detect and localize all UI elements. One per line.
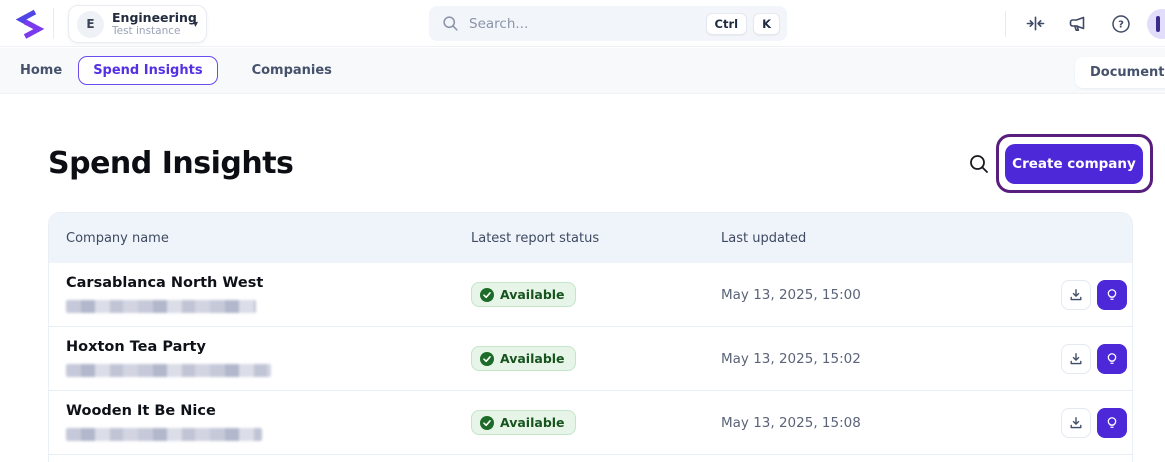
last-updated: May 13, 2025, 15:00 <box>721 286 861 303</box>
check-circle-icon <box>480 287 494 302</box>
last-updated: May 13, 2025, 15:08 <box>721 414 861 431</box>
main-nav: Home Spend Insights Companies <box>0 48 1165 94</box>
company-name: Wooden It Be Nice <box>66 402 216 419</box>
documentation-button[interactable]: Documentation <box>1075 57 1165 88</box>
table-row[interactable]: Carsablanca North West Available May 13,… <box>49 263 1132 327</box>
insights-button[interactable] <box>1097 407 1127 438</box>
redacted-address <box>66 364 271 378</box>
status-label: Available <box>500 351 565 366</box>
help-glyph: ? <box>1118 19 1124 30</box>
create-company-button[interactable]: Create company <box>1005 144 1143 184</box>
download-report-button[interactable] <box>1061 407 1091 438</box>
chevron-down-icon: ▾ <box>192 18 198 30</box>
col-report-status: Latest report status <box>471 230 600 246</box>
insights-button[interactable] <box>1097 343 1127 374</box>
org-switcher[interactable]: E Engineering Test instance ▾ <box>68 5 207 43</box>
download-icon <box>1070 352 1082 364</box>
download-report-button[interactable] <box>1061 343 1091 374</box>
company-name: Carsablanca North West <box>66 274 264 291</box>
nav-companies[interactable]: Companies <box>252 63 332 78</box>
lightbulb-icon <box>1107 352 1117 364</box>
download-icon <box>1070 416 1082 428</box>
global-search-input[interactable]: Search... Ctrl K <box>429 6 787 41</box>
announcements-megaphone-icon[interactable] <box>1061 7 1095 41</box>
collapse-panel-icon[interactable] <box>1018 7 1052 41</box>
org-subtitle: Test instance <box>112 25 181 38</box>
download-icon <box>1070 288 1082 300</box>
search-placeholder: Search... <box>469 15 529 32</box>
kbd-ctrl: Ctrl <box>705 12 748 35</box>
app-logo-icon[interactable] <box>14 9 45 43</box>
download-report-button[interactable] <box>1061 279 1091 310</box>
table-row[interactable]: Hoxton Tea Party Available May 13, 2025,… <box>49 327 1132 391</box>
table-header-row: Company name Latest report status Last u… <box>49 213 1132 263</box>
lightbulb-icon <box>1107 288 1117 300</box>
org-name: Engineering <box>112 9 197 25</box>
col-company-name: Company name <box>66 230 169 246</box>
redacted-address <box>66 428 262 442</box>
page-title: Spend Insights <box>48 146 294 181</box>
top-bar: E Engineering Test instance ▾ Search... … <box>0 0 1165 47</box>
table-row[interactable]: Wooden It Be Nice Available May 13, 2025… <box>49 391 1132 455</box>
company-name: Hoxton Tea Party <box>66 338 206 355</box>
last-updated: May 13, 2025, 15:02 <box>721 350 861 367</box>
status-badge: Available <box>471 410 576 435</box>
avatar-letter-fragment <box>1156 15 1160 32</box>
col-last-updated: Last updated <box>721 230 807 246</box>
companies-table: Company name Latest report status Last u… <box>48 212 1133 462</box>
redacted-address <box>66 300 256 314</box>
nav-spend-insights[interactable]: Spend Insights <box>78 56 218 85</box>
user-avatar[interactable] <box>1147 8 1165 39</box>
kbd-k: K <box>753 12 780 35</box>
status-label: Available <box>500 415 565 430</box>
topbar-divider <box>1005 10 1006 37</box>
search-icon <box>443 16 458 31</box>
status-label: Available <box>500 287 565 302</box>
status-badge: Available <box>471 346 576 371</box>
table-search-icon[interactable] <box>968 153 990 175</box>
insights-button[interactable] <box>1097 279 1127 310</box>
lightbulb-icon <box>1107 416 1117 428</box>
status-badge: Available <box>471 282 576 307</box>
org-avatar: E <box>77 10 104 38</box>
topbar-divider <box>53 8 54 39</box>
check-circle-icon <box>480 351 494 366</box>
help-icon[interactable]: ? <box>1104 7 1138 41</box>
nav-home[interactable]: Home <box>20 63 62 78</box>
check-circle-icon <box>480 415 494 430</box>
